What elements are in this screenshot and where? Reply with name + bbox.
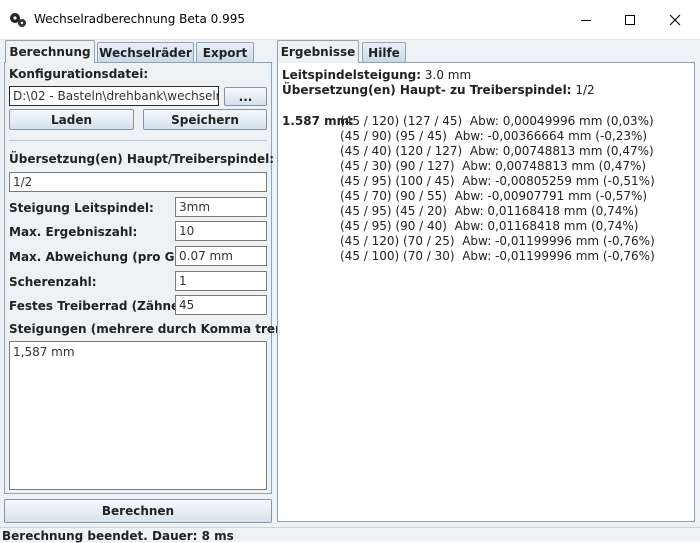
- lead-screw-value: 3.0 mm: [424, 68, 472, 82]
- result-ratio-value: 1/2: [575, 83, 595, 97]
- max-results-input[interactable]: 10: [175, 221, 267, 241]
- result-ratio-label: Übersetzung(en) Haupt- zu Treiberspindel…: [282, 83, 572, 97]
- tab-hilfe[interactable]: Hilfe: [362, 42, 406, 63]
- tab-wechselraeder[interactable]: Wechselräder: [97, 42, 194, 63]
- pitch-label: Steigung Leitspindel:: [9, 201, 154, 215]
- close-button[interactable]: [652, 0, 698, 40]
- lead-screw-line: Leitspindelsteigung: 3.0 mm: [282, 68, 471, 82]
- result-row: (45 / 120) (70 / 25) Abw: -0,01199996 mm…: [340, 234, 655, 248]
- maximize-button[interactable]: [607, 0, 653, 40]
- ratio-input[interactable]: 1/2: [9, 172, 267, 192]
- pitches-label: Steigungen (mehrere durch Komma trennen)…: [9, 322, 320, 336]
- ratio-label: Übersetzung(en) Haupt/Treiberspindel:: [9, 152, 275, 166]
- lead-screw-label: Leitspindelsteigung:: [282, 68, 422, 82]
- pitch-input[interactable]: 3mm: [175, 197, 267, 217]
- tab-export[interactable]: Export: [196, 42, 254, 63]
- pitches-textarea[interactable]: 1,587 mm: [9, 341, 267, 490]
- result-row: (45 / 95) (90 / 40) Abw: 0,01168418 mm (…: [340, 219, 639, 233]
- result-row: (45 / 90) (95 / 45) Abw: -0,00366664 mm …: [340, 129, 648, 143]
- config-path-field[interactable]: D:\02 - Basteln\drehbank\wechselraed: [9, 86, 219, 106]
- result-row: (45 / 30) (90 / 127) Abw: 0,00748813 mm …: [340, 159, 647, 173]
- result-row: (45 / 95) (100 / 45) Abw: -0,00805259 mm…: [340, 174, 655, 188]
- minimize-button[interactable]: [563, 0, 609, 40]
- gear-app-icon: [10, 13, 26, 27]
- result-row: (45 / 40) (120 / 127) Abw: 0,00748813 mm…: [340, 144, 654, 158]
- shears-input[interactable]: 1: [175, 271, 267, 291]
- result-row: (45 / 100) (70 / 30) Abw: -0,01199996 mm…: [340, 249, 655, 263]
- ratio-line: Übersetzung(en) Haupt- zu Treiberspindel…: [282, 83, 595, 97]
- result-row: (45 / 70) (90 / 55) Abw: -0,00907791 mm …: [340, 189, 648, 203]
- load-button[interactable]: Laden: [9, 109, 134, 130]
- max-results-label: Max. Ergebniszahl:: [9, 225, 138, 239]
- result-row: (45 / 120) (127 / 45) Abw: 0,00049996 mm…: [340, 114, 654, 128]
- result-row: (45 / 95) (45 / 20) Abw: 0,01168418 mm (…: [340, 204, 639, 218]
- shears-label: Scherenzahl:: [9, 275, 97, 289]
- max-deviation-input[interactable]: 0.07 mm: [175, 246, 267, 266]
- close-icon: [669, 14, 681, 26]
- window-title: Wechselradberechnung Beta 0.995: [34, 12, 245, 26]
- tab-ergebnisse[interactable]: Ergebnisse: [277, 40, 359, 63]
- results-area[interactable]: Leitspindelsteigung: 3.0 mm Übersetzung(…: [277, 62, 695, 522]
- maximize-icon: [625, 15, 635, 25]
- calculate-button[interactable]: Berechnen: [4, 499, 272, 523]
- tab-berechnung[interactable]: Berechnung: [5, 40, 95, 63]
- save-button[interactable]: Speichern: [143, 109, 267, 130]
- title-bar[interactable]: Wechselradberechnung Beta 0.995: [0, 0, 700, 40]
- fixed-gear-input[interactable]: 45: [175, 295, 267, 315]
- browse-button[interactable]: ...: [224, 87, 267, 106]
- status-text: Berechnung beendet. Dauer: 8 ms: [2, 529, 234, 543]
- status-bar: Berechnung beendet. Dauer: 8 ms: [0, 527, 700, 543]
- minimize-icon: [581, 19, 591, 21]
- config-file-label: Konfigurationsdatei:: [9, 67, 149, 81]
- fixed-gear-label: Festes Treiberrad (Zähne):: [9, 299, 190, 313]
- divider: [9, 140, 267, 141]
